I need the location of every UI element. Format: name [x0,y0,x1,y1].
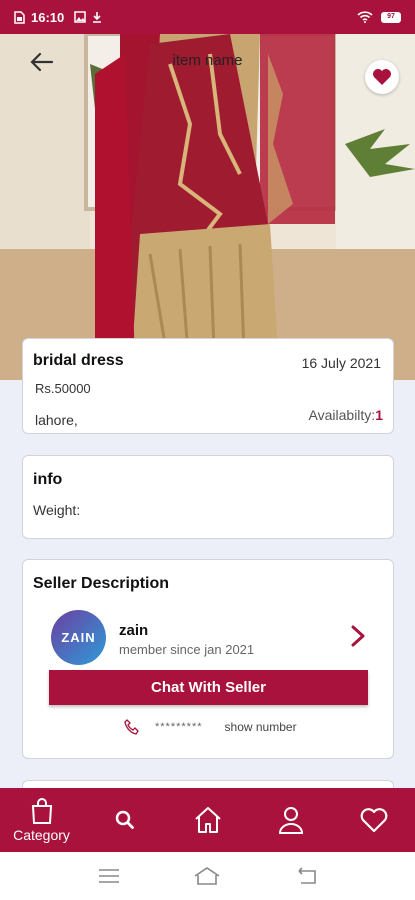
nav-category-label: Category [13,827,70,843]
phone-icon[interactable] [123,718,141,736]
item-date: 16 July 2021 [301,355,381,371]
seller-avatar-text: ZAIN [61,630,96,645]
nav-home[interactable] [166,788,249,852]
back-return-icon[interactable] [291,864,321,888]
seller-card: Seller Description ZAIN zain member sinc… [22,559,394,759]
chevron-right-icon[interactable] [349,624,367,648]
availability-label: Availabilty: [308,407,376,423]
wifi-icon [357,11,373,23]
item-location: lahore, [35,412,78,428]
weight-label: Weight: [33,502,81,518]
item-price: Rs.50000 [35,381,91,396]
home-outline-icon[interactable] [192,864,222,888]
heart-filled-icon [373,69,391,85]
page-title: item name [172,52,243,69]
seller-avatar[interactable]: ZAIN [51,610,106,665]
nav-favorites[interactable] [332,788,415,852]
show-number-link[interactable]: show number [225,720,297,734]
nav-profile[interactable] [249,788,332,852]
bridal-dress-photo [0,34,415,380]
bottom-navigation: Category [0,788,415,852]
item-title: bridal dress [33,352,124,369]
seller-name: zain [119,622,149,639]
masked-phone-number: ********* [155,721,203,733]
info-title: info [33,471,63,488]
status-time: 16:10 [31,9,65,25]
seller-member-since: member since jan 2021 [119,642,255,657]
home-icon [194,807,221,833]
nav-search[interactable] [83,788,166,852]
download-icon [92,11,102,23]
shopping-bag-icon [31,798,52,824]
search-icon [115,810,134,829]
item-availability: Availabilty:1 [309,407,383,423]
heart-outline-icon [360,808,387,833]
system-navigation-bar [0,852,415,900]
product-image: item name [0,34,415,380]
seller-section-title: Seller Description [33,575,170,592]
menu-lines-icon[interactable] [94,864,124,888]
phone-row: ********* show number [123,718,297,736]
availability-value: 1 [375,407,383,423]
status-bar: 16:10 97 [0,0,415,34]
chat-with-seller-button[interactable]: Chat With Seller [49,670,368,705]
info-card: info Weight: [22,455,394,539]
battery-icon: 97 [381,11,401,23]
favorite-heart-button[interactable] [365,60,399,94]
user-icon [278,807,303,834]
item-summary-card: bridal dress 16 July 2021 Rs.50000 lahor… [22,338,394,434]
gallery-notification-icon [74,11,86,23]
sim-icon [14,10,25,24]
nav-category[interactable]: Category [0,788,83,852]
